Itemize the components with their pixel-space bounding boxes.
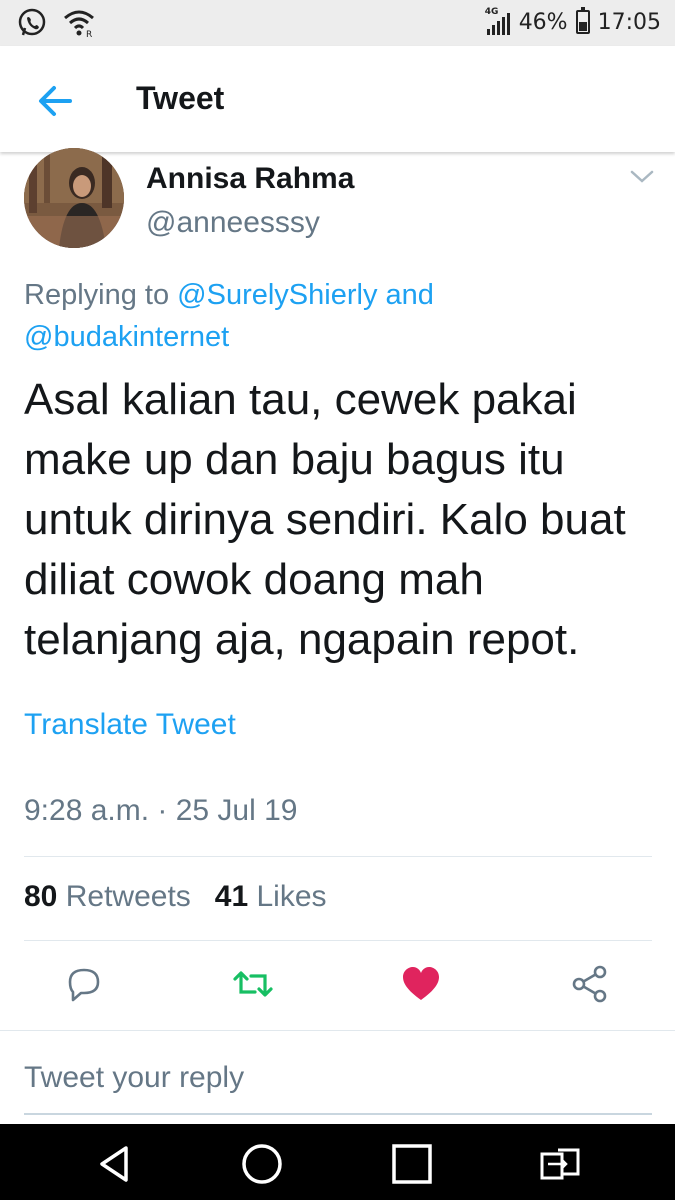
author-name[interactable]: Annisa Rahma xyxy=(146,162,354,196)
reply-input[interactable]: Tweet your reply xyxy=(24,1061,244,1095)
wifi-icon: R xyxy=(64,10,94,38)
tweet-actions xyxy=(0,962,675,1012)
tweet-stats: 80 Retweets 41 Likes xyxy=(24,880,327,914)
switch-app-icon[interactable] xyxy=(536,1140,584,1188)
retweet-icon[interactable] xyxy=(231,962,275,1006)
like-label: Likes xyxy=(256,880,327,913)
reply-composer[interactable]: Tweet your reply xyxy=(0,1030,675,1126)
recents-nav-icon[interactable] xyxy=(388,1140,436,1188)
signal-icon: 4G xyxy=(485,7,511,35)
svg-text:R: R xyxy=(86,30,92,38)
page-title: Tweet xyxy=(136,80,225,116)
like-count: 41 xyxy=(214,880,249,913)
reply-prefix: Replying to xyxy=(24,279,170,311)
reply-icon[interactable] xyxy=(62,962,106,1006)
divider xyxy=(24,856,652,857)
whatsapp-icon xyxy=(18,8,46,36)
back-nav-icon[interactable] xyxy=(92,1140,140,1188)
reply-and[interactable]: and xyxy=(386,279,434,311)
system-nav-bar xyxy=(0,1124,675,1200)
mention-link-2[interactable]: @budakinternet xyxy=(24,321,229,353)
tweet-timestamp: 9:28 a.m. · 25 Jul 19 xyxy=(24,794,298,827)
battery-percent: 46% xyxy=(518,9,568,35)
status-bar: R 4G 46% 17:05 xyxy=(0,0,675,46)
chevron-down-icon[interactable] xyxy=(628,166,656,186)
back-arrow-icon[interactable] xyxy=(30,76,80,126)
tweet-text: Asal kalian tau, cewek pakai make up dan… xyxy=(24,375,626,664)
divider xyxy=(24,940,652,941)
retweets-stat[interactable]: 80 Retweets xyxy=(24,880,191,914)
retweet-count: 80 xyxy=(24,880,58,913)
translate-tweet-link[interactable]: Translate Tweet xyxy=(24,708,236,742)
reply-underline xyxy=(24,1113,652,1115)
app-header: Tweet xyxy=(0,46,675,152)
battery-icon xyxy=(575,7,590,34)
likes-stat[interactable]: 41 Likes xyxy=(215,880,327,914)
like-icon[interactable] xyxy=(399,962,443,1006)
reply-to-line: Replying to @SurelyShierly and @budakint… xyxy=(24,274,644,358)
share-icon[interactable] xyxy=(568,962,612,1006)
retweet-label: Retweets xyxy=(65,880,191,913)
home-nav-icon[interactable] xyxy=(238,1140,286,1188)
author-handle[interactable]: @anneesssy xyxy=(146,206,320,240)
avatar[interactable] xyxy=(24,148,124,248)
mention-link-1[interactable]: @SurelyShierly xyxy=(177,279,377,311)
clock: 17:05 xyxy=(597,9,661,35)
